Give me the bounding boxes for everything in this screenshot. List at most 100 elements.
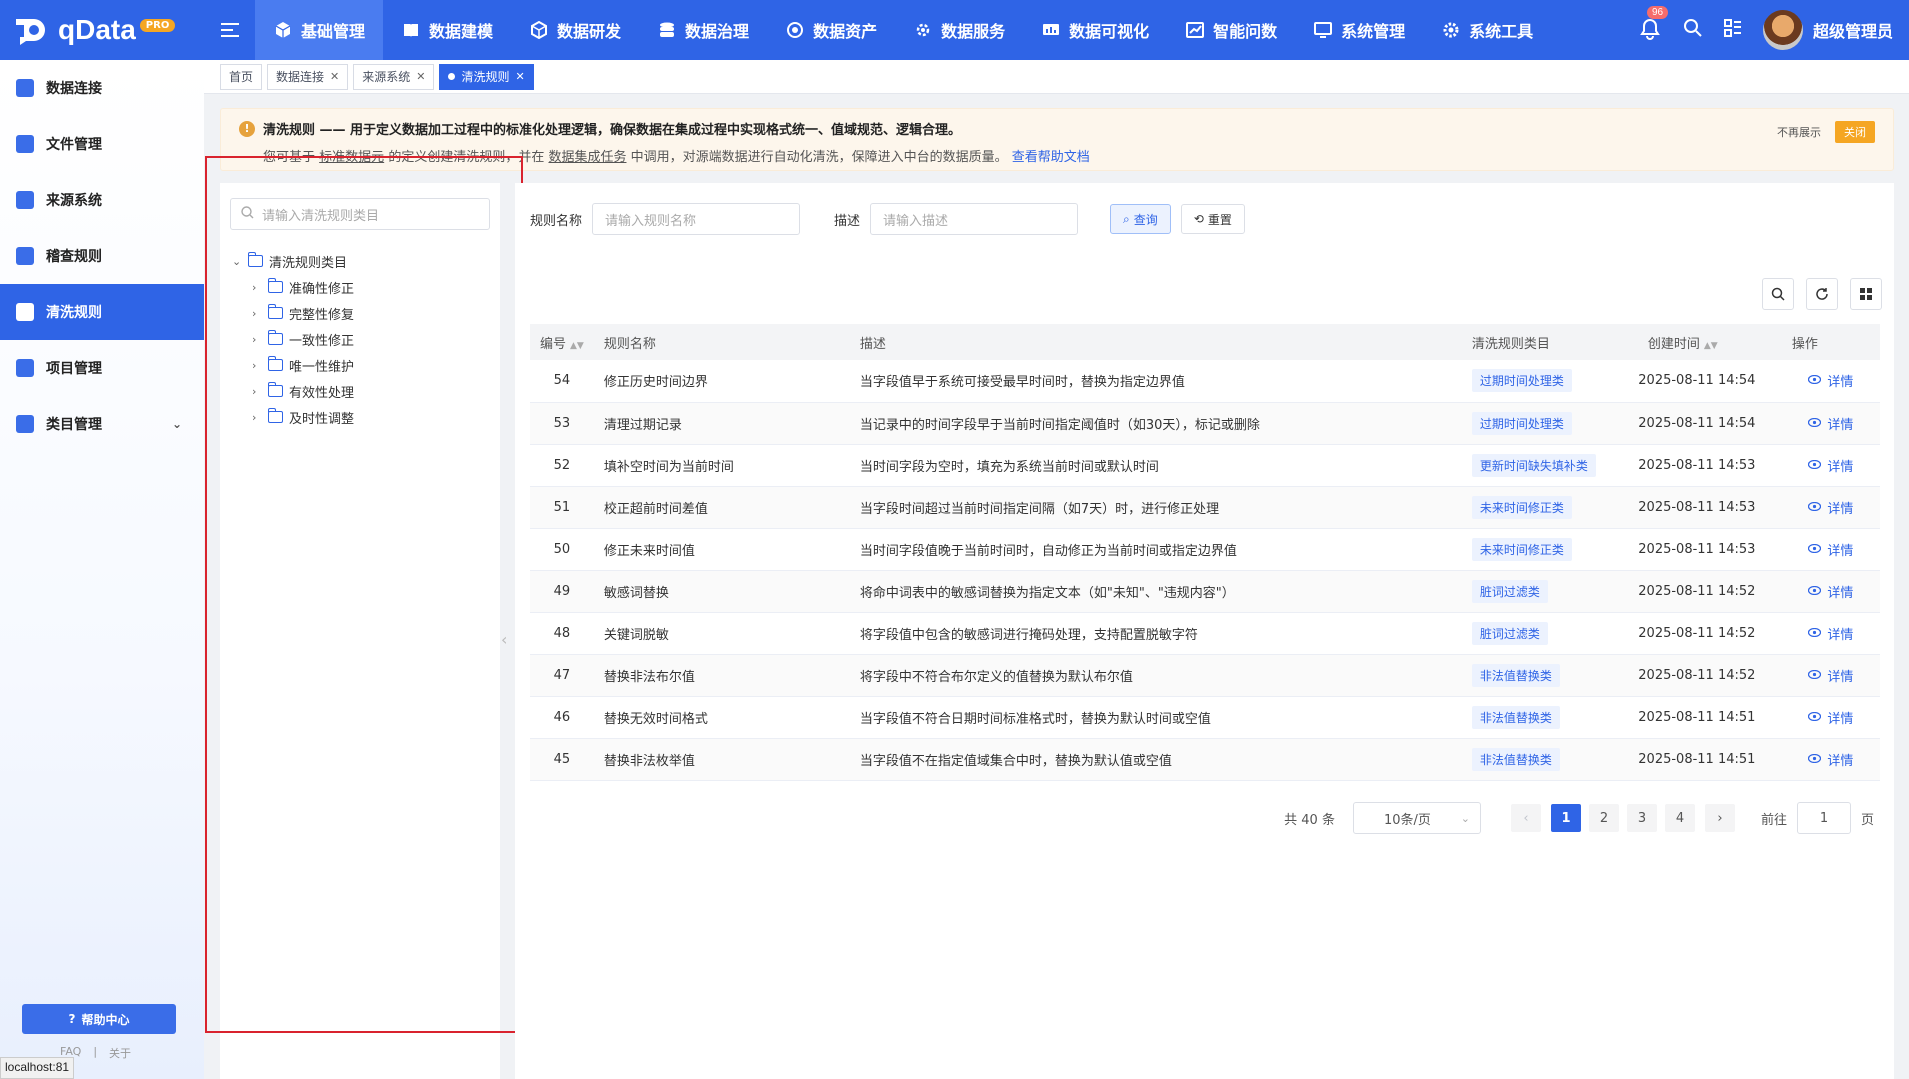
topnav-item-0[interactable]: 基础管理	[255, 0, 384, 60]
detail-link[interactable]: 详情	[1808, 456, 1853, 475]
tree-node[interactable]: › 及时性调整	[232, 404, 354, 430]
standard-data-element-link[interactable]: 标准数据元	[319, 150, 384, 165]
detail-link[interactable]: 详情	[1808, 708, 1853, 727]
tree-node-label: 准确性修正	[289, 281, 355, 297]
topnav-item-4[interactable]: 数据资产	[767, 0, 895, 60]
close-tab-icon[interactable]: ✕	[330, 70, 339, 83]
layout-grid-icon[interactable]	[1723, 18, 1743, 42]
tree-node[interactable]: › 完整性修复	[232, 300, 354, 326]
cell-actions: 详情	[1781, 738, 1880, 781]
close-notice-button[interactable]: 关闭	[1835, 121, 1875, 143]
detail-link[interactable]: 详情	[1808, 582, 1853, 601]
detail-link[interactable]: 详情	[1808, 371, 1853, 390]
refresh-button[interactable]	[1806, 278, 1838, 310]
tree-node[interactable]: › 一致性修正	[232, 326, 354, 352]
close-tab-icon[interactable]: ✕	[516, 70, 525, 83]
tree-search-input[interactable]: 请输入清洗规则类目	[230, 198, 490, 230]
detail-link[interactable]: 详情	[1808, 540, 1853, 559]
integration-task-link[interactable]: 数据集成任务	[548, 150, 626, 165]
caret-down-icon: ⌄	[232, 254, 242, 268]
detail-label: 详情	[1827, 585, 1854, 601]
page-number-button[interactable]: 3	[1626, 804, 1657, 832]
collapse-panel-icon[interactable]: ‹	[501, 630, 507, 649]
table-row[interactable]: 47 替换非法布尔值 将字段中不符合布尔定义的值替换为默认布尔值 非法值替换类 2025…	[530, 654, 1880, 697]
cell-created-time: 2025-08-11 14:53	[1611, 444, 1782, 487]
notification-bell-icon[interactable]: 96	[1639, 6, 1669, 42]
page-number-button[interactable]: 4	[1664, 804, 1695, 832]
page-tab-1[interactable]: 数据连接 ✕	[267, 63, 349, 90]
notice-text-c: 中调用，对源端数据进行自动化清洗，保障进入中台的数据质量。	[630, 150, 1008, 165]
notice-text-b: 的定义创建清洗规则，并在	[388, 150, 545, 165]
topnav-item-2[interactable]: 数据研发	[511, 0, 639, 60]
about-link[interactable]: 关于	[109, 1045, 131, 1061]
page-size-select[interactable]: 10条/页 ⌄	[1352, 802, 1481, 834]
dont-show-again-button[interactable]: 不再展示	[1777, 124, 1821, 140]
sidebar-item-5[interactable]: 项目管理	[0, 340, 204, 396]
sidebar-item-3[interactable]: 稽查规则	[0, 228, 204, 284]
sidebar-item-label: 清洗规则	[46, 305, 102, 321]
query-button[interactable]: ⌕ 查询	[1110, 204, 1171, 234]
detail-link[interactable]: 详情	[1808, 624, 1853, 643]
user-name[interactable]: 超级管理员	[1813, 18, 1893, 42]
toggle-search-button[interactable]	[1762, 278, 1794, 310]
tree-node[interactable]: › 唯一性维护	[232, 352, 354, 378]
sidebar-item-6[interactable]: 类目管理 ⌄	[0, 396, 204, 452]
table-row[interactable]: 54 修正历史时间边界 当字段值早于系统可接受最早时间时，替换为指定边界值 过期时间处…	[530, 360, 1880, 403]
page-tab-2[interactable]: 来源系统 ✕	[353, 63, 435, 90]
detail-link[interactable]: 详情	[1808, 750, 1853, 769]
close-tab-icon[interactable]: ✕	[416, 70, 425, 83]
tree-root-node[interactable]: ⌄ 清洗规则类目	[232, 248, 354, 274]
sidebar-item-2[interactable]: 来源系统	[0, 172, 204, 228]
topnav-item-9[interactable]: 系统工具	[1423, 0, 1551, 60]
desc-input[interactable]: 请输入描述	[870, 203, 1079, 235]
tree-node[interactable]: › 准确性修正	[232, 274, 354, 300]
topnav-item-5[interactable]: 数据服务	[895, 0, 1023, 60]
cell-desc: 将字段中不符合布尔定义的值替换为默认布尔值	[849, 654, 1462, 697]
detail-link[interactable]: 详情	[1808, 498, 1853, 517]
help-doc-link[interactable]: 查看帮助文档	[1012, 150, 1090, 165]
topnav-item-8[interactable]: 系统管理	[1295, 0, 1423, 60]
reset-button[interactable]: ⟲ 重置	[1180, 204, 1245, 234]
topnav-item-7[interactable]: 智能问数	[1167, 0, 1295, 60]
next-page-button[interactable]: ›	[1704, 804, 1735, 832]
table-row[interactable]: 49 敏感词替换 将命中词表中的敏感词替换为指定文本（如"未知"、"违规内容"） 脏词…	[530, 570, 1880, 613]
table-row[interactable]: 51 校正超前时间差值 当字段时间超过当前时间指定间隔（如7天）时，进行修正处理 未来…	[530, 486, 1880, 529]
topnav-label: 系统工具	[1469, 22, 1534, 41]
caret-right-icon: ›	[252, 384, 257, 398]
cell-actions: 详情	[1781, 570, 1880, 613]
col-id[interactable]: 编号 ▲▼	[530, 324, 594, 360]
page-number-button[interactable]: 2	[1588, 804, 1619, 832]
table-row[interactable]: 52 填补空时间为当前时间 当时间字段为空时，填充为系统当前时间或默认时间 更新时间缺…	[530, 444, 1880, 487]
table-row[interactable]: 46 替换无效时间格式 当字段值不符合日期时间标准格式时，替换为默认时间或空值 非法值…	[530, 696, 1880, 739]
sidebar-item-4[interactable]: 清洗规则	[0, 284, 204, 340]
column-settings-button[interactable]	[1850, 278, 1882, 310]
page-number-button[interactable]: 1	[1550, 804, 1581, 832]
page-tab-0[interactable]: 首页	[220, 63, 263, 90]
rule-name-input[interactable]: 请输入规则名称	[592, 203, 801, 235]
desc-label: 描述	[834, 213, 861, 229]
user-avatar[interactable]	[1762, 10, 1803, 50]
topnav-item-1[interactable]: 数据建模	[383, 0, 511, 60]
col-created[interactable]: 创建时间 ▲▼	[1611, 324, 1782, 360]
goto-page-input[interactable]: 1	[1796, 802, 1851, 834]
detail-link[interactable]: 详情	[1808, 414, 1853, 433]
topnav-item-6[interactable]: 数据可视化	[1023, 0, 1167, 60]
table-row[interactable]: 48 关键词脱敏 将字段值中包含的敏感词进行掩码处理，支持配置脱敏字符 脏词过滤类 20…	[530, 612, 1880, 655]
cell-id: 51	[530, 486, 594, 529]
app-logo[interactable]: qData PRO	[0, 0, 205, 60]
cell-id: 48	[530, 612, 594, 655]
table-row[interactable]: 53 清理过期记录 当记录中的时间字段早于当前时间指定阈值时（如30天），标记或删除…	[530, 402, 1880, 445]
help-center-button[interactable]: ? 帮助中心	[22, 1004, 176, 1034]
search-icon[interactable]	[1683, 18, 1703, 42]
topnav-item-3[interactable]: 数据治理	[639, 0, 767, 60]
detail-label: 详情	[1827, 753, 1854, 769]
menu-toggle-icon[interactable]	[205, 0, 255, 60]
table-row[interactable]: 50 修正未来时间值 当时间字段值晚于当前时间时，自动修正为当前时间或指定边界值 未来…	[530, 528, 1880, 571]
detail-link[interactable]: 详情	[1808, 666, 1853, 685]
sidebar-item-1[interactable]: 文件管理	[0, 116, 204, 172]
tree-node[interactable]: › 有效性处理	[232, 378, 354, 404]
sidebar-item-0[interactable]: 数据连接	[0, 60, 204, 116]
prev-page-button[interactable]: ‹	[1510, 804, 1541, 832]
table-row[interactable]: 45 替换非法枚举值 当字段值不在指定值域集合中时，替换为默认值或空值 非法值替换类 2…	[530, 738, 1880, 781]
page-tab-3[interactable]: 清洗规则 ✕	[439, 63, 534, 90]
